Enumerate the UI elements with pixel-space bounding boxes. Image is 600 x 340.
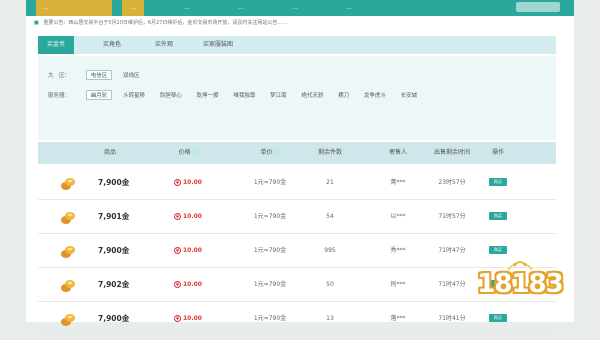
table-row: 7,900金 ¥10.00 1元=790金 13 落*** 71时41分 购买 [38,302,556,336]
filter-panel: 大 区： 电信区 双线区 服务器： 幽月轮 斗转星移 剑胆琴心 乾坤一掷 唯我独… [38,56,556,140]
gold-amount: 7,900金 [98,314,130,323]
server-option[interactable]: 横刀 [334,91,353,101]
price: ¥10.00 [174,200,202,234]
server-option[interactable]: 唯我独尊 [229,91,259,101]
header-time-left: 出售剩余时间 [433,149,471,156]
server-option[interactable]: 剑胆琴心 [156,91,186,101]
server-option[interactable]: 斗转星移 [119,91,149,101]
nav-item-4[interactable]: … [284,0,306,16]
header-price-label: 价格 [178,149,191,156]
nav-item-1[interactable]: … [122,0,144,16]
unit-price: 1元=790金 [253,247,287,254]
price: ¥10.00 [174,234,202,268]
gold-ingot-icon [61,280,75,292]
currency-icon: ¥ [174,247,182,254]
remaining-count: 13 [326,315,334,322]
buy-button[interactable]: 购买 [489,212,507,220]
seller-name: 刑*** [390,281,406,288]
header-price[interactable]: 价格 ⇅ [179,142,198,164]
gold-ingot-icon [61,246,75,258]
price: ¥10.00 [174,268,202,302]
server-option[interactable]: 幽月轮 [85,90,113,100]
time-left: 71时41分 [438,315,466,322]
header-remaining: 剩余件数 [317,149,343,156]
header-unit-price[interactable]: 单价 ⇅ [261,142,280,164]
gold-ingot-icon [61,178,75,190]
tab-buy-appearance[interactable]: 买外观 [146,36,182,54]
table-row: 7,900金 ¥10.00 1元=790金 21 菁*** 23时57分 购买 [38,166,556,200]
nav-item-5[interactable]: … [338,0,360,16]
sort-icon[interactable]: ⇅ [274,149,279,156]
server-label: 服务器： [48,93,71,99]
buy-button[interactable]: 购买 [489,246,507,254]
table-row: 7,901金 ¥10.00 1元=790金 54 以*** 71时57分 购买 [38,200,556,234]
notice-text: 重要公告：西山居交易平台于5月20日维护后，6月27日维护后，金币交易市场开放，… [43,20,288,26]
header-action: 操作 [491,149,505,156]
tab-buy-gold[interactable]: 买金币 [38,36,75,54]
region-option-telecom[interactable]: 电信区 [85,70,113,80]
login-button[interactable] [516,2,560,12]
server-option[interactable]: 梦江南 [266,91,291,101]
notice-bar: ■ 重要公告：西山居交易平台于5月20日维护后，6月27日维护后，金币交易市场开… [26,16,574,30]
gold-amount: 7,900金 [98,178,130,187]
remaining-count: 995 [324,247,336,254]
region-label: 大 区： [48,73,71,79]
nav-item-3[interactable]: … [230,0,252,16]
server-option[interactable]: 绝代天骄 [297,91,327,101]
unit-price: 1元=790金 [253,281,287,288]
server-option[interactable]: 长安城 [397,91,422,101]
gold-ingot-icon [61,212,75,224]
currency-icon: ¥ [174,179,182,186]
table-header: 商品 价格 ⇅ 单价 ⇅ 剩余件数 寄售人 出售剩余时间 操作 [38,142,556,164]
currency-icon: ¥ [174,315,182,322]
currency-icon: ¥ [174,213,182,220]
seller-name: 以*** [390,213,406,220]
gold-ingot-icon [61,314,75,326]
header-seller: 寄售人 [388,149,408,156]
gold-amount: 7,902金 [98,280,130,289]
region-filter: 大 区： 电信区 双线区 [48,70,149,82]
time-left: 71时57分 [438,213,466,220]
brand-logo[interactable]: … [36,0,112,16]
gold-amount: 7,900金 [98,246,130,255]
tab-buy-character[interactable]: 买角色 [94,36,130,54]
tab-bar: 买金币 买角色 买外观 买家服装图 [38,36,556,54]
unit-price: 1元=790金 [253,179,287,186]
time-left: 23时57分 [438,179,466,186]
nav-item-2[interactable]: … [176,0,198,16]
tab-buyer-outfit-gallery[interactable]: 买家服装图 [194,36,242,54]
remaining-count: 21 [326,179,334,186]
price: ¥10.00 [174,166,202,200]
gold-amount: 7,901金 [98,212,130,221]
unit-price: 1元=790金 [253,315,287,322]
remaining-count: 50 [326,281,334,288]
remaining-count: 54 [326,213,334,220]
buy-button[interactable]: 购买 [489,178,507,186]
currency-icon: ¥ [174,281,182,288]
watermark-text: 18183 [477,269,563,299]
seller-name: 秀*** [390,247,406,254]
server-option[interactable]: 乾坤一掷 [193,91,223,101]
top-nav: … … … … … … [26,0,574,16]
header-unit-label: 单价 [260,149,273,156]
watermark-logo: 18183 [470,256,570,306]
sort-icon[interactable]: ⇅ [192,149,197,156]
time-left: 71时47分 [438,247,466,254]
unit-price: 1元=790金 [253,213,287,220]
seller-name: 落*** [390,315,406,322]
speaker-icon: ■ [34,20,39,26]
server-filter: 服务器： 幽月轮 斗转星移 剑胆琴心 乾坤一掷 唯我独尊 梦江南 绝代天骄 横刀… [48,90,426,102]
buy-button[interactable]: 购买 [489,314,507,322]
region-option-dual[interactable]: 双线区 [119,71,144,81]
time-left: 71时47分 [438,281,466,288]
server-option[interactable]: 龙争虎斗 [360,91,390,101]
seller-name: 菁*** [390,179,406,186]
header-item: 商品 [103,149,117,156]
price: ¥10.00 [174,302,202,336]
